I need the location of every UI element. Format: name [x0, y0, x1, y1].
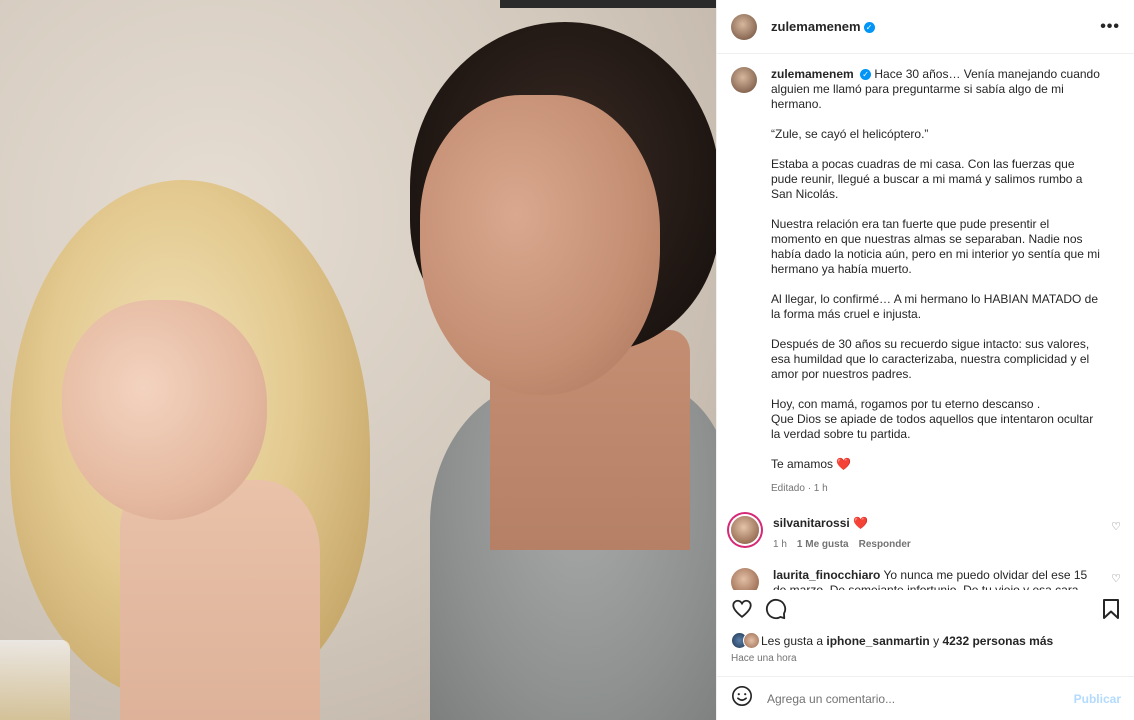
caption-closing-text: Te amamos	[771, 457, 834, 471]
comment-meta: 1 h 1 Me gusta Responder	[773, 537, 1103, 552]
author-username-text[interactable]: zulemamenem	[771, 19, 861, 34]
caption-paragraph-5: Al llegar, lo confirmé… A mi hermano lo …	[771, 292, 1099, 321]
caption-avatar[interactable]	[731, 67, 757, 93]
comment-text-line: silvanitarossi ❤️	[773, 516, 1103, 531]
red-heart-icon: ❤️	[853, 516, 869, 530]
add-comment-input[interactable]: Agrega un comentario...	[767, 692, 895, 706]
caption-meta: Editado · 1 h	[771, 483, 828, 494]
likes-others[interactable]: 4232 personas más	[942, 634, 1053, 648]
comment-bubble-icon[interactable]	[765, 598, 787, 620]
bookmark-icon[interactable]	[1101, 598, 1121, 620]
liker-avatars	[731, 632, 761, 650]
comment-like-heart-icon[interactable]: ♡	[1111, 520, 1121, 533]
comment-like-heart-icon[interactable]: ♡	[1111, 572, 1121, 585]
commenter-avatar[interactable]	[731, 516, 759, 544]
caption-paragraph-4: Nuestra relación era tan fuerte que pude…	[771, 217, 1100, 276]
comment-item: laurita_finocchiaro Yo nunca me puedo ol…	[717, 568, 1134, 590]
caption-paragraph-7: Hoy, con mamá, rogamos por tu eterno des…	[771, 397, 1094, 441]
post-photo[interactable]	[0, 0, 716, 720]
caption-text: zulemamenem ✓ Hace 30 años… Venía maneja…	[771, 67, 1101, 496]
commenter-avatar[interactable]	[731, 568, 759, 590]
comment-item: silvanitarossi ❤️ 1 h 1 Me gusta Responder…	[717, 516, 1134, 552]
likes-user[interactable]: iphone_sanmartin	[826, 634, 929, 648]
verified-badge-icon: ✓	[860, 69, 872, 81]
comment-username[interactable]: silvanitarossi	[773, 516, 850, 530]
comment-username[interactable]: laurita_finocchiaro	[773, 568, 880, 582]
more-dots-icon[interactable]: •••	[1100, 18, 1120, 36]
photo-man-face	[420, 95, 660, 395]
author-avatar[interactable]	[731, 13, 757, 40]
comment-body: laurita_finocchiaro Yo nunca me puedo ol…	[773, 568, 1103, 590]
comment-likes[interactable]: 1 Me gusta	[797, 539, 849, 550]
photo-glass	[0, 640, 70, 720]
publish-button[interactable]: Publicar	[1074, 692, 1121, 706]
heart-icon[interactable]	[731, 598, 753, 620]
likes-summary[interactable]: Les gusta a iphone_sanmartin y 4232 pers…	[731, 632, 1053, 650]
post-time-ago[interactable]: Hace una hora	[731, 653, 797, 664]
photo-top-strip	[500, 0, 716, 8]
comment-text-line: laurita_finocchiaro Yo nunca me puedo ol…	[773, 568, 1103, 590]
post-side-panel: zulemamenem ✓ ••• zulemamenem ✓ Hace 30 a…	[716, 0, 1134, 720]
comments-scroll-area[interactable]: zulemamenem ✓ Hace 30 años… Venía maneja…	[717, 55, 1134, 590]
post-caption: zulemamenem ✓ Hace 30 años… Venía maneja…	[717, 55, 1134, 496]
caption-username[interactable]: zulemamenem	[771, 67, 854, 81]
caption-paragraph-3: Estaba a pocas cuadras de mi casa. Con l…	[771, 157, 1083, 201]
caption-paragraph-6: Después de 30 años su recuerdo sigue int…	[771, 337, 1090, 381]
add-comment-bar: Agrega un comentario... Publicar	[717, 676, 1134, 720]
red-heart-icon: ❤️	[836, 457, 852, 471]
post-header: zulemamenem ✓ •••	[717, 0, 1134, 54]
caption-paragraph-2: “Zule, se cayó el helicóptero.”	[771, 127, 929, 141]
likes-connector: y	[933, 634, 940, 648]
liker-avatar	[743, 632, 760, 649]
comment-time[interactable]: 1 h	[773, 539, 787, 550]
caption-paragraph-1: zulemamenem ✓ Hace 30 años… Venía maneja…	[771, 67, 1101, 112]
verified-badge-icon: ✓	[863, 22, 875, 34]
caption-closing: Te amamos ❤️	[771, 457, 1101, 472]
author-username[interactable]: zulemamenem ✓	[771, 19, 875, 34]
emoji-smile-icon[interactable]	[731, 685, 753, 712]
likes-prefix: Les gusta a	[761, 634, 824, 648]
photo-woman-face	[62, 300, 267, 520]
comment-reply-button[interactable]: Responder	[859, 539, 911, 550]
comment-body: silvanitarossi ❤️ 1 h 1 Me gusta Responder	[773, 516, 1103, 552]
post-actions-bar	[717, 590, 1134, 628]
